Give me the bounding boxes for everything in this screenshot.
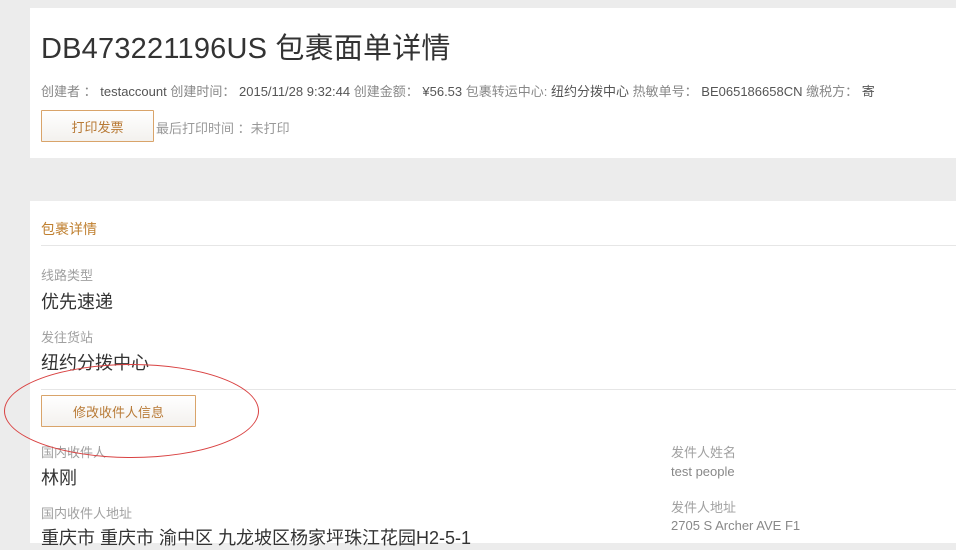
- recipient-address-label: 国内收件人地址: [41, 506, 133, 521]
- center-label: 包裹转运中心:: [465, 84, 548, 99]
- section-title: 包裹详情: [41, 221, 97, 237]
- page-title: DB473221196US 包裹面单详情: [41, 33, 451, 65]
- package-header-panel: DB473221196US 包裹面单详情 创建者 ： testaccount 创…: [30, 8, 956, 158]
- divider: [41, 245, 956, 246]
- origin-station-label: 发往货站: [41, 330, 94, 345]
- creator-label: 创建者 ：: [41, 84, 97, 99]
- center-value: 纽约分拨中心: [551, 84, 630, 99]
- tax-payer-value: 寄: [861, 84, 875, 99]
- sender-address-value: 2705 S Archer AVE F1: [671, 518, 801, 533]
- recipient-value: 林刚: [41, 468, 77, 488]
- hot-tracking-label: 热敏单号：: [632, 84, 698, 99]
- amount-value: ¥56.53: [422, 84, 463, 99]
- sender-address-label: 发件人地址: [671, 500, 737, 515]
- route-type-label: 线路类型: [41, 268, 94, 283]
- created-time-label: 创建时间：: [170, 84, 236, 99]
- edit-recipient-button[interactable]: 修改收件人信息: [41, 395, 196, 427]
- tax-payer-label: 缴税方：: [806, 84, 859, 99]
- last-print-label: 最后打印时间 ：: [156, 121, 251, 136]
- recipient-label: 国内收件人: [41, 445, 107, 460]
- amount-label: 创建金额：: [353, 84, 419, 99]
- print-invoice-button[interactable]: 打印发票: [41, 110, 154, 142]
- sender-name-label: 发件人姓名: [671, 445, 737, 460]
- package-detail-panel: 包裹详情 线路类型 优先速递 发往货站 纽约分拨中心 修改收件人信息 国内收件人…: [30, 201, 956, 548]
- created-time-value: 2015/11/28 9:32:44: [239, 84, 351, 99]
- origin-station-value: 纽约分拨中心: [41, 353, 149, 373]
- divider: [41, 389, 956, 390]
- route-type-value: 优先速递: [41, 292, 113, 312]
- last-print-info: 最后打印时间 ：未打印: [156, 118, 290, 137]
- sender-name-value: test people: [671, 464, 735, 479]
- creator-value: testaccount: [100, 84, 167, 99]
- hot-tracking-value: BE065186658CN: [701, 84, 803, 99]
- last-print-value: 未打印: [250, 121, 290, 136]
- recipient-address-value: 重庆市 重庆市 渝中区 九龙坡区杨家坪珠江花园H2-5-1: [41, 528, 472, 548]
- package-meta-line: 创建者 ： testaccount 创建时间： 2015/11/28 9:32:…: [41, 81, 875, 100]
